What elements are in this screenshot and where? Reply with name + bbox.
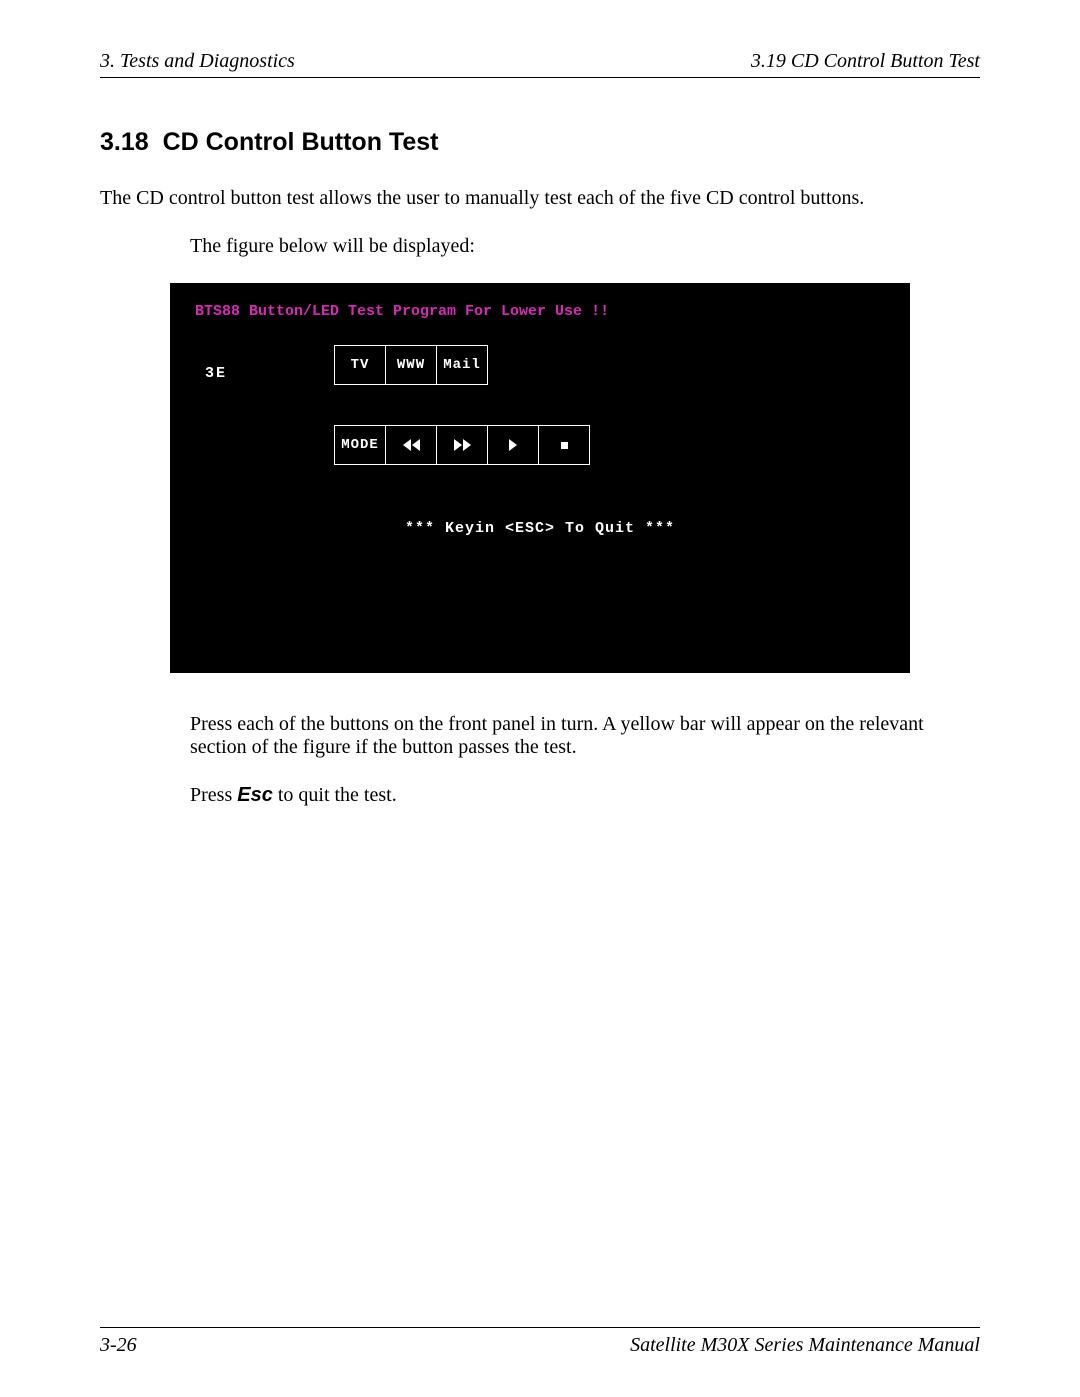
header-right: 3.19 CD Control Button Test <box>751 50 980 73</box>
page-header: 3. Tests and Diagnostics 3.19 CD Control… <box>100 50 980 78</box>
play-button <box>487 425 539 465</box>
rewind-button <box>385 425 437 465</box>
rewind-icon <box>403 439 420 451</box>
terminal-screenshot: BTS88 Button/LED Test Program For Lower … <box>170 283 910 673</box>
mail-button: Mail <box>436 345 488 385</box>
terminal-title: BTS88 Button/LED Test Program For Lower … <box>195 303 885 320</box>
footer-manual-title: Satellite M30X Series Maintenance Manual <box>630 1334 980 1357</box>
page-footer: 3-26 Satellite M30X Series Maintenance M… <box>100 1327 980 1357</box>
header-left: 3. Tests and Diagnostics <box>100 50 295 73</box>
stop-button <box>538 425 590 465</box>
www-button: WWW <box>385 345 437 385</box>
figure-caption: The figure below will be displayed: <box>190 235 980 258</box>
intro-paragraph: The CD control button test allows the us… <box>100 187 980 210</box>
section-title: CD Control Button Test <box>163 128 439 156</box>
play-icon <box>509 439 517 451</box>
footer-page-number: 3-26 <box>100 1334 137 1357</box>
stop-icon <box>561 442 568 449</box>
esc-key-label: Esc <box>237 784 273 806</box>
tv-button: TV <box>334 345 386 385</box>
instruction-press-buttons: Press each of the buttons on the front p… <box>190 713 980 759</box>
button-row-1: TV WWW Mail <box>335 345 488 385</box>
press-suffix: to quit the test. <box>273 784 397 806</box>
button-row-2: MODE <box>335 425 590 465</box>
fast-forward-button <box>436 425 488 465</box>
document-page: 3. Tests and Diagnostics 3.19 CD Control… <box>0 0 1080 1397</box>
mode-button: MODE <box>334 425 386 465</box>
fast-forward-icon <box>454 439 471 451</box>
press-prefix: Press <box>190 784 237 806</box>
section-number: 3.18 <box>100 128 149 156</box>
terminal-code: 3E <box>205 365 227 382</box>
section-heading: 3.18 CD Control Button Test <box>100 128 980 157</box>
instruction-press-esc: Press Esc to quit the test. <box>190 784 980 807</box>
terminal-quit-line: *** Keyin <ESC> To Quit *** <box>195 520 885 537</box>
